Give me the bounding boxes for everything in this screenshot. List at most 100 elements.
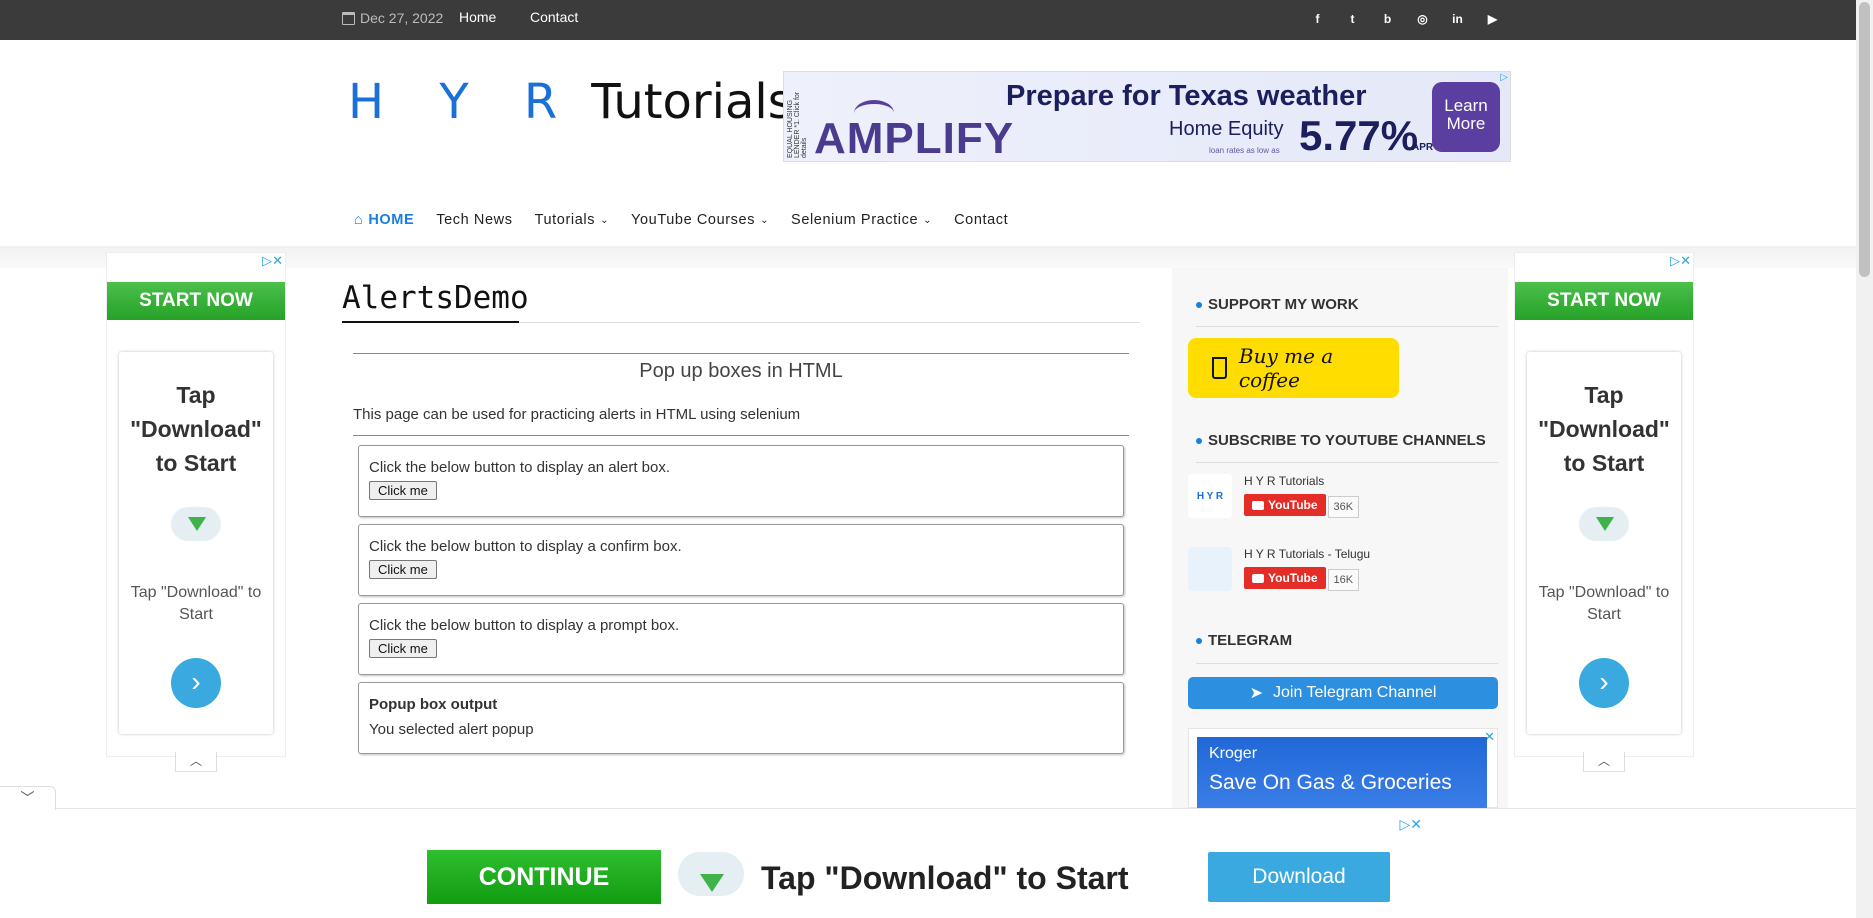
bottom-ad[interactable]: ▷✕ CONTINUE Tap "Download" to Start Down… xyxy=(426,816,1430,918)
ad-product: Home Equity xyxy=(1169,118,1284,140)
ad-continue-button[interactable]: CONTINUE xyxy=(427,850,661,904)
download-arrow-icon xyxy=(1596,517,1614,531)
alert-button[interactable]: Click me xyxy=(369,481,437,500)
youtube-subscribe-button[interactable]: YouTube xyxy=(1244,494,1326,516)
nav-item-tutorials[interactable]: Tutorials ⌄ xyxy=(535,212,609,228)
instagram-icon[interactable]: ◎ xyxy=(1414,12,1431,26)
blogger-icon[interactable]: b xyxy=(1379,12,1396,26)
bullet-icon xyxy=(1196,637,1202,644)
ad-card: Tap "Download" to Start Tap "Download" t… xyxy=(1527,352,1681,734)
nav-item-selenium-practice[interactable]: Selenium Practice ⌄ xyxy=(791,212,932,228)
ad-small-text: loan rates as low as xyxy=(1209,146,1280,155)
nav-item-home[interactable]: ⌂ HOME xyxy=(354,212,414,228)
download-arrow-icon xyxy=(188,517,206,531)
support-heading-text: SUPPORT MY WORK xyxy=(1208,296,1359,313)
header-ad[interactable]: EQUAL HOUSING LENDER *1. Click for detai… xyxy=(783,71,1511,163)
chevron-right-icon[interactable]: › xyxy=(1579,658,1629,708)
title-underline xyxy=(342,321,519,323)
main-nav: ⌂ HOME Tech News Tutorials ⌄ YouTube Cou… xyxy=(354,212,1008,228)
ad-close-icon[interactable]: ▷✕ xyxy=(262,253,283,269)
horizontal-rule xyxy=(353,353,1129,354)
confirm-button[interactable]: Click me xyxy=(369,560,437,579)
nav-item-contact[interactable]: Contact xyxy=(954,212,1008,228)
left-side-ad[interactable]: ▷✕ START NOW Tap "Download" to Start Tap… xyxy=(106,252,286,772)
nav-youtube-courses-label: YouTube Courses xyxy=(631,212,756,228)
top-link-contact[interactable]: Contact xyxy=(530,9,578,25)
join-telegram-button[interactable]: ➤ Join Telegram Channel xyxy=(1188,677,1498,709)
alert-box-text: Click the below button to display an ale… xyxy=(369,459,671,476)
ad-learn-more-button[interactable]: Learn More xyxy=(1432,82,1500,152)
confirm-box-text: Click the below button to display a conf… xyxy=(369,538,682,555)
nav-tutorials-label: Tutorials xyxy=(534,212,596,228)
youtube-icon[interactable]: ▶ xyxy=(1484,12,1501,26)
facebook-icon[interactable]: f xyxy=(1309,12,1326,26)
ad-close-icon[interactable]: ▷✕ xyxy=(1670,253,1691,269)
sidebar-divider xyxy=(1196,663,1498,664)
ad-tap-text: Tap "Download" to Start xyxy=(1538,382,1670,476)
alert-box-section: Click the below button to display an ale… xyxy=(358,445,1124,517)
download-arrow-icon xyxy=(700,874,724,892)
subscriber-count: 36K xyxy=(1327,495,1360,518)
telegram-button-label: Join Telegram Channel xyxy=(1273,684,1437,701)
youtube-icon xyxy=(1252,500,1264,510)
channel-row: H Y R H Y R Tutorials YouTube 36K xyxy=(1188,474,1360,518)
youtube-subscribe-button[interactable]: YouTube xyxy=(1244,567,1326,589)
chevron-up-icon[interactable]: ︿ xyxy=(175,752,217,772)
ad-start-now-button[interactable]: START NOW xyxy=(1515,282,1693,320)
prompt-box-section: Click the below button to display a prom… xyxy=(358,603,1124,675)
coffee-label: Buy me a coffee xyxy=(1238,344,1334,392)
chevron-down-icon: ⌄ xyxy=(760,214,770,226)
kroger-ad[interactable]: ✕ Kroger Save On Gas & Groceries xyxy=(1188,728,1498,809)
right-side-ad[interactable]: ▷✕ START NOW Tap "Download" to Start Tap… xyxy=(1514,252,1694,772)
popup-output-label: Popup box output xyxy=(369,696,498,713)
twitter-icon[interactable]: t xyxy=(1344,12,1361,26)
nav-item-youtube-courses[interactable]: YouTube Courses ⌄ xyxy=(631,212,769,228)
ad-tap-subtext: Tap "Download" to Start xyxy=(1538,584,1670,623)
nav-item-tech-news[interactable]: Tech News xyxy=(436,212,512,228)
ad-tap-subtext: Tap "Download" to Start xyxy=(130,584,262,623)
robot-avatar-icon[interactable] xyxy=(1188,547,1232,591)
channel-avatar[interactable]: H Y R xyxy=(1188,474,1232,518)
site-logo[interactable]: H Y R Tutorials xyxy=(348,74,793,130)
sidebar: SUPPORT MY WORK Buy me a coffee SUBSCRIB… xyxy=(1172,268,1508,809)
ad-brand: AMPLIFY xyxy=(814,114,1015,163)
ad-headline: Prepare for Texas weather xyxy=(1006,80,1367,112)
prompt-box-text: Click the below button to display a prom… xyxy=(369,617,680,634)
sidebar-divider xyxy=(1196,326,1498,327)
ad-rate: 5.77% xyxy=(1299,112,1419,159)
ad-download-button[interactable]: Download xyxy=(1208,852,1390,902)
nav-selenium-practice-label: Selenium Practice xyxy=(791,212,919,228)
prompt-button[interactable]: Click me xyxy=(369,639,437,658)
ad-start-now-button[interactable]: START NOW xyxy=(107,282,285,320)
scrollbar-thumb[interactable] xyxy=(1859,2,1870,277)
buy-me-a-coffee-button[interactable]: Buy me a coffee xyxy=(1188,338,1399,398)
social-links: f t b ◎ in ▶ xyxy=(1309,12,1501,26)
top-link-home[interactable]: Home xyxy=(459,9,496,25)
chevron-up-icon[interactable]: ︿ xyxy=(1583,752,1625,772)
channel-row: H Y R Tutorials - Telugu YouTube 16K xyxy=(1188,547,1370,591)
subscribe-heading: SUBSCRIBE TO YOUTUBE CHANNELS xyxy=(1196,432,1486,449)
nav-home-label: HOME xyxy=(368,212,415,228)
subscribe-heading-text: SUBSCRIBE TO YOUTUBE CHANNELS xyxy=(1208,432,1486,449)
linkedin-icon[interactable]: in xyxy=(1449,12,1466,26)
channel-name: H Y R Tutorials - Telugu xyxy=(1244,547,1371,561)
adchoices-icon[interactable]: ▷ xyxy=(1500,72,1508,83)
ad-close-icon[interactable]: ▷✕ xyxy=(1400,816,1423,833)
intro-text: This page can be used for practicing ale… xyxy=(353,406,801,423)
youtube-button-label: YouTube xyxy=(1268,571,1318,585)
ad-card: Tap "Download" to Start Tap "Download" t… xyxy=(119,352,273,734)
page-title: AlertsDemo xyxy=(342,280,529,316)
section-heading: Pop up boxes in HTML xyxy=(639,360,843,382)
telegram-heading: TELEGRAM xyxy=(1196,632,1292,649)
chevron-down-icon: ⌄ xyxy=(923,214,933,226)
bullet-icon xyxy=(1196,301,1202,308)
youtube-icon xyxy=(1252,573,1264,583)
chevron-right-icon[interactable]: › xyxy=(171,658,221,708)
youtube-button-label: YouTube xyxy=(1268,498,1318,512)
page-scrollbar[interactable] xyxy=(1856,0,1873,918)
kroger-brand: Kroger xyxy=(1209,745,1258,762)
kroger-headline: Save On Gas & Groceries xyxy=(1209,771,1452,794)
ad-tap-text: Tap "Download" to Start xyxy=(130,382,262,476)
chevron-down-icon[interactable]: ﹀ xyxy=(0,786,56,810)
popup-output-section: Popup box output You selected alert popu… xyxy=(358,682,1124,754)
